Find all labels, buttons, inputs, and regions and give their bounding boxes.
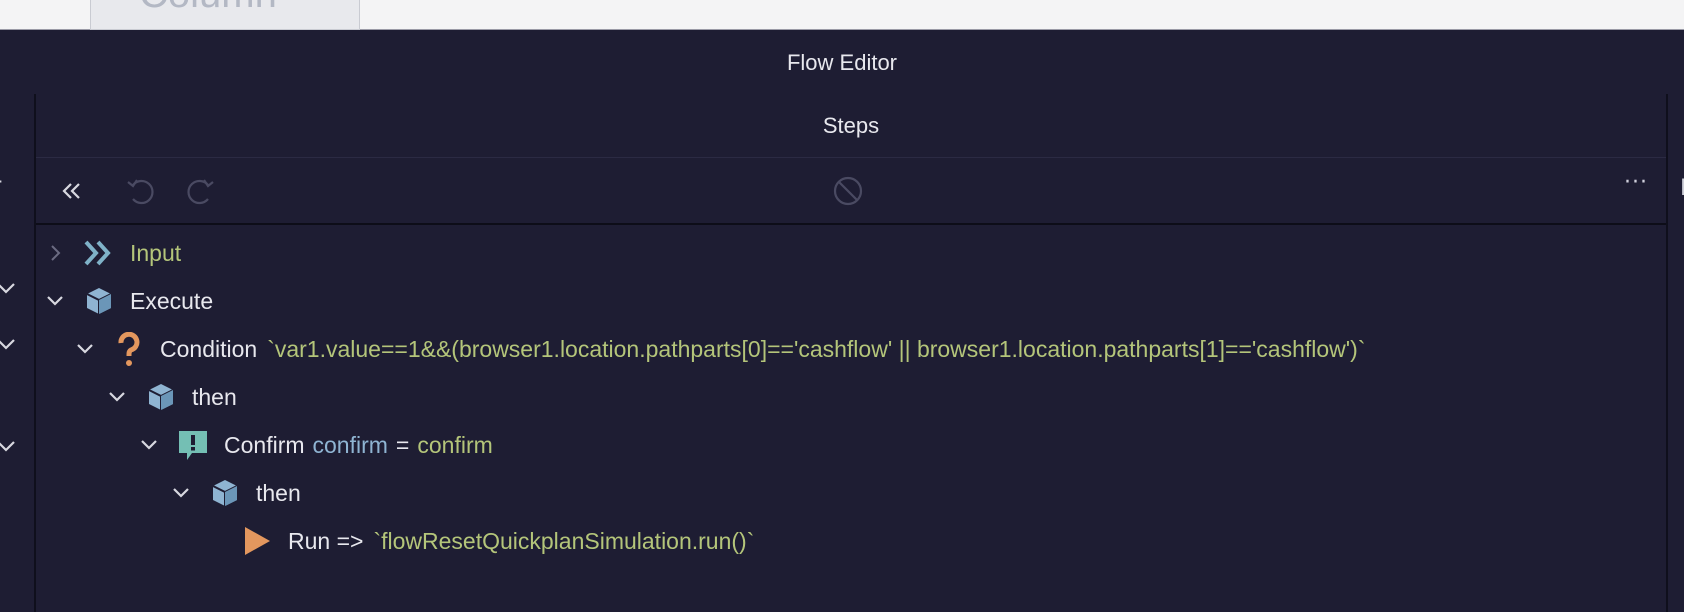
- more-options-button[interactable]: ···: [1624, 170, 1648, 195]
- editor-title-bar: Flow Editor: [0, 31, 1684, 94]
- assignment-operator: =: [395, 431, 410, 458]
- background-tab[interactable]: Column: [90, 0, 360, 30]
- chevron-down-icon[interactable]: [72, 336, 98, 362]
- editor-title: Flow Editor: [786, 49, 898, 75]
- chevron-down-icon[interactable]: [168, 480, 194, 506]
- tree-row-condition[interactable]: Condition `var1.value==1&&(browser1.loca…: [72, 327, 1366, 371]
- background-window-strip: Column: [0, 0, 1684, 30]
- tree-item-label: then: [192, 383, 237, 410]
- tree-item-label: Confirm: [224, 431, 305, 458]
- tree-row-run[interactable]: Run => `flowResetQuickplanSimulation.run…: [240, 519, 754, 563]
- background-tab-label: Column: [139, 0, 277, 17]
- tree-row-execute[interactable]: Execute: [42, 279, 213, 323]
- confirm-value[interactable]: confirm: [417, 432, 492, 459]
- left-panel-more-icon[interactable]: ·: [0, 172, 3, 191]
- redo-icon[interactable]: [183, 174, 217, 208]
- tree-item-label: Condition: [160, 335, 258, 362]
- exclamation-bubble-icon: [176, 428, 210, 462]
- question-icon: [112, 332, 146, 366]
- cube-icon: [82, 284, 116, 318]
- undo-icon[interactable]: [124, 174, 158, 208]
- tree-item-label: then: [256, 479, 301, 506]
- left-panel-edge: ·: [0, 94, 36, 612]
- steps-tree: Input Execute Condition `var1.value==1&&…: [36, 225, 1666, 612]
- run-expression[interactable]: `flowResetQuickplanSimulation.run()`: [373, 528, 754, 555]
- steps-header: Steps: [36, 94, 1666, 158]
- flow-editor: Flow Editor · Steps ···: [0, 31, 1684, 612]
- tree-row-input[interactable]: Input: [42, 231, 181, 275]
- chevron-down-icon[interactable]: [0, 434, 18, 458]
- cube-icon: [208, 476, 242, 510]
- tree-item-label: Input: [130, 239, 182, 266]
- double-chevron-left-icon[interactable]: [54, 174, 88, 208]
- play-icon: [240, 524, 274, 558]
- steps-title: Steps: [822, 112, 880, 138]
- chevron-down-icon[interactable]: [136, 432, 162, 458]
- right-panel-label[interactable]: P: [1680, 176, 1684, 201]
- tree-item-label: Run =>: [288, 527, 364, 554]
- no-entry-icon[interactable]: [831, 174, 865, 208]
- chevron-down-icon[interactable]: [0, 332, 18, 356]
- steps-toolbar: ···: [36, 158, 1666, 225]
- chevron-down-icon[interactable]: [104, 384, 130, 410]
- chevron-right-icon[interactable]: [42, 240, 68, 266]
- cube-icon: [144, 380, 178, 414]
- steps-panel: Steps ··· Input Execute Condition `var1.…: [36, 94, 1666, 612]
- tree-item-label: Execute: [130, 287, 214, 314]
- right-panel-edge: P: [1666, 94, 1684, 612]
- tree-row-then[interactable]: then: [168, 471, 301, 515]
- double-chevron-right-icon: [82, 236, 116, 270]
- condition-expression[interactable]: `var1.value==1&&(browser1.location.pathp…: [267, 336, 1365, 363]
- tree-row-then[interactable]: then: [104, 375, 237, 419]
- chevron-down-icon[interactable]: [42, 288, 68, 314]
- tree-row-confirm[interactable]: Confirm confirm = confirm: [136, 423, 493, 467]
- chevron-down-icon[interactable]: [0, 276, 18, 300]
- confirm-variable[interactable]: confirm: [313, 432, 388, 459]
